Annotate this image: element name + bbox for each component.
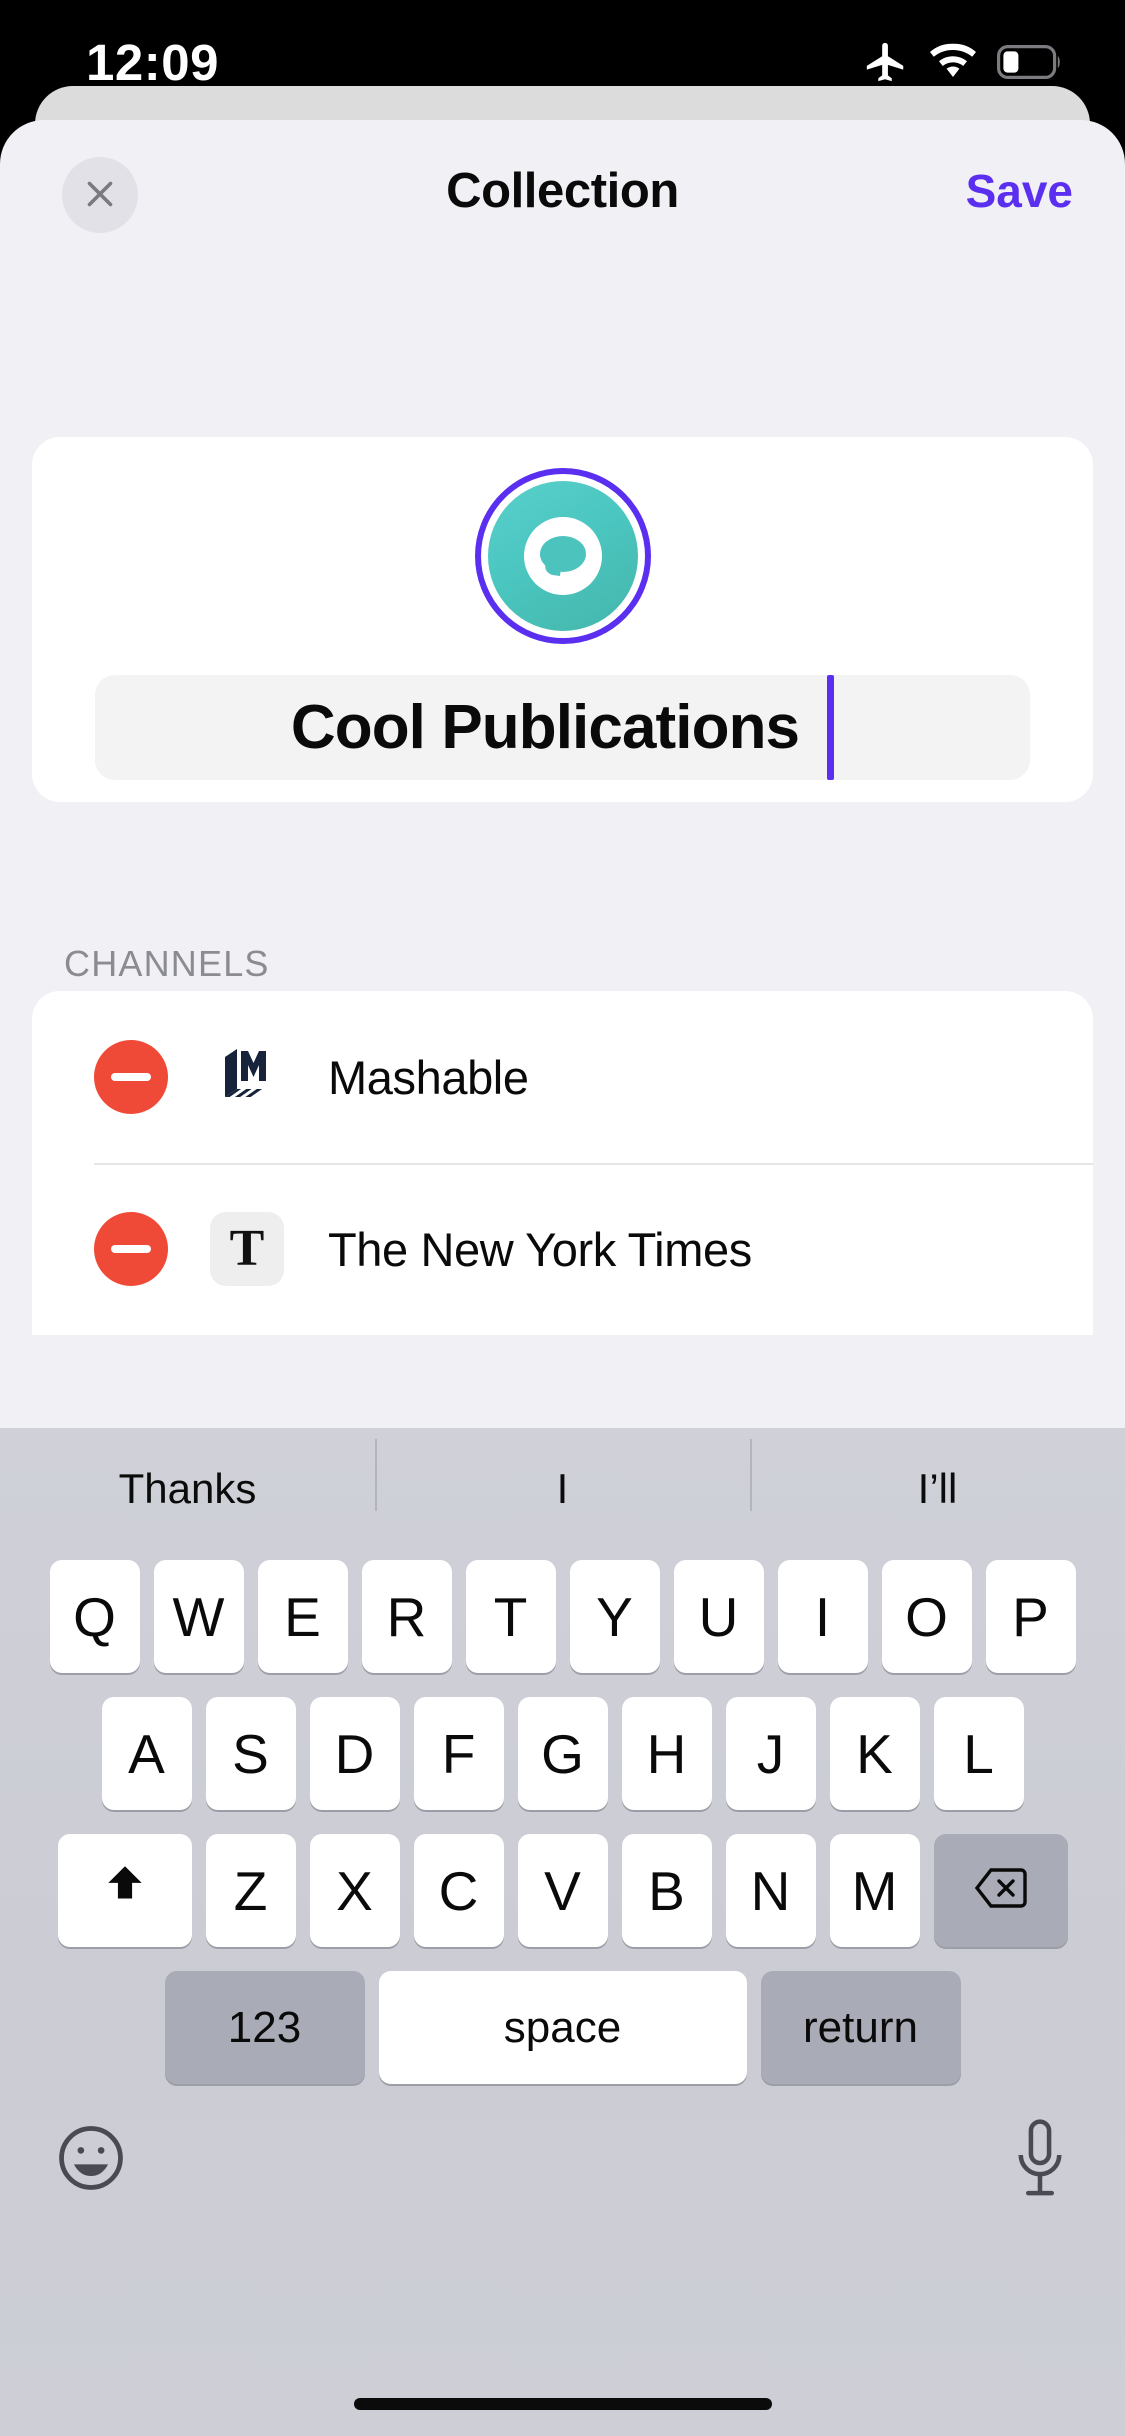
key-z[interactable]: Z [205, 1834, 296, 1947]
keyboard-row-2: A S D F G H J K L [0, 1697, 1125, 1810]
key-n[interactable]: N [725, 1834, 816, 1947]
collection-name-value: Cool Publications [290, 693, 800, 762]
key-d[interactable]: D [309, 1697, 400, 1810]
remove-channel-icon[interactable] [94, 1212, 168, 1286]
key-x[interactable]: X [309, 1834, 400, 1947]
key-a[interactable]: A [101, 1697, 192, 1810]
backspace-icon [973, 1859, 1029, 1923]
key-c[interactable]: C [413, 1834, 504, 1947]
key-s[interactable]: S [205, 1697, 296, 1810]
key-j[interactable]: J [725, 1697, 816, 1810]
table-row[interactable]: T The New York Times [32, 1163, 1093, 1335]
collection-name-input[interactable]: Cool Publications [95, 675, 1030, 780]
microphone-icon[interactable] [1008, 2116, 1072, 2202]
page-title: Collection [446, 164, 679, 218]
channels-section-label: CHANNELS [64, 943, 270, 984]
key-i[interactable]: I [777, 1560, 868, 1673]
save-button[interactable]: Save [966, 164, 1073, 218]
key-k[interactable]: K [829, 1697, 920, 1810]
remove-channel-icon[interactable] [94, 1040, 168, 1114]
key-q[interactable]: Q [49, 1560, 140, 1673]
suggestion-item[interactable]: I’ll [750, 1439, 1125, 1513]
collection-avatar[interactable] [474, 468, 651, 644]
keyboard-bottom-bar [0, 2084, 1125, 2274]
suggestion-item[interactable]: I [375, 1439, 750, 1513]
key-f[interactable]: F [413, 1697, 504, 1810]
text-caret [827, 675, 835, 780]
battery-low-icon [997, 44, 1063, 84]
key-u[interactable]: U [673, 1560, 764, 1673]
new-york-times-logo-icon: T [210, 1212, 284, 1286]
key-w[interactable]: W [153, 1560, 244, 1673]
suggestion-item[interactable]: Thanks [0, 1465, 375, 1513]
backspace-key[interactable] [933, 1834, 1068, 1947]
key-o[interactable]: O [881, 1560, 972, 1673]
keyboard-row-1: Q W E R T Y U I O P [0, 1560, 1125, 1673]
nyt-tile-glyph: T [210, 1212, 284, 1286]
key-y[interactable]: Y [569, 1560, 660, 1673]
key-r[interactable]: R [361, 1560, 452, 1673]
table-row[interactable]: Mashable [32, 991, 1093, 1163]
home-indicator [353, 2398, 772, 2410]
channel-name: The New York Times [328, 1222, 752, 1276]
key-t[interactable]: T [465, 1560, 556, 1673]
keyboard-row-3: Z X C V B N M [0, 1834, 1125, 1947]
airplane-mode-icon [863, 39, 909, 90]
key-e[interactable]: E [257, 1560, 348, 1673]
avatar-circle [487, 481, 638, 631]
collection-card: Cool Publications [32, 437, 1093, 802]
key-m[interactable]: M [829, 1834, 920, 1947]
space-key[interactable]: space [378, 1971, 747, 2084]
key-g[interactable]: G [517, 1697, 608, 1810]
shift-icon [100, 1859, 150, 1923]
wifi-icon [929, 42, 977, 87]
channel-name: Mashable [328, 1050, 529, 1104]
key-p[interactable]: P [985, 1560, 1076, 1673]
key-h[interactable]: H [621, 1697, 712, 1810]
numbers-key[interactable]: 123 [164, 1971, 365, 2084]
status-indicators [863, 40, 1063, 88]
key-v[interactable]: V [517, 1834, 608, 1947]
mashable-logo-icon [210, 1040, 284, 1114]
status-time: 12:09 [86, 34, 219, 91]
return-key[interactable]: return [760, 1971, 961, 2084]
modal-header: Collection Save [0, 120, 1125, 320]
keyboard-row-4: 123 space return [0, 1971, 1125, 2084]
iphone-screen: 12:09 Collection Save Cool Publications … [0, 0, 1125, 2436]
channels-list: Mashable T The New York Times [32, 991, 1093, 1335]
emoji-icon[interactable] [53, 2120, 129, 2196]
predictive-suggestions-bar: Thanks I I’ll [0, 1428, 1125, 1550]
speech-bubble-icon [523, 517, 602, 595]
key-l[interactable]: L [933, 1697, 1024, 1810]
shift-key[interactable] [57, 1834, 192, 1947]
software-keyboard: Thanks I I’ll Q W E R T Y U I O P A S D … [0, 1428, 1125, 2436]
key-b[interactable]: B [621, 1834, 712, 1947]
